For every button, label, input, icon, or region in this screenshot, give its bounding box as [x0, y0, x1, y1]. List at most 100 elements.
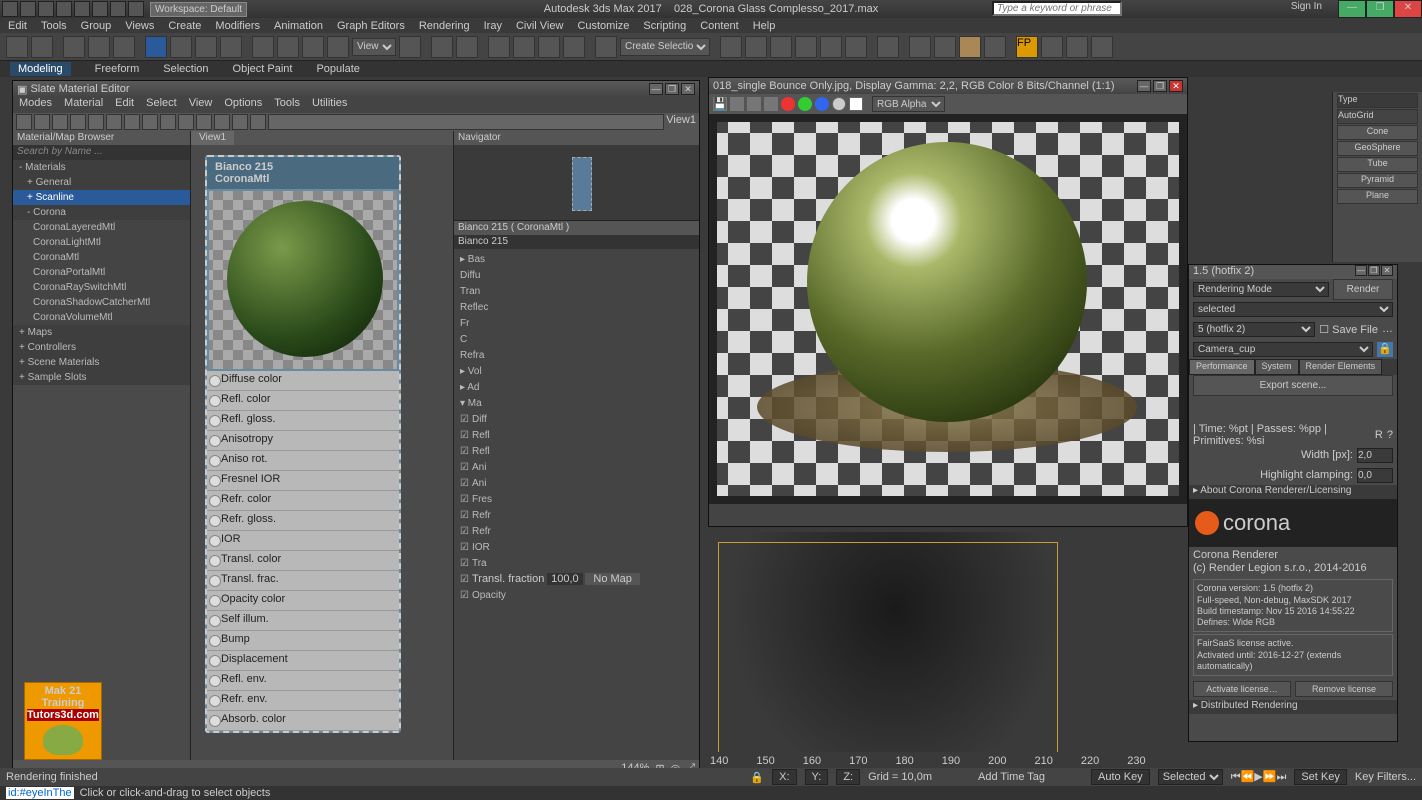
- curve-editor-button[interactable]: [820, 36, 842, 58]
- slot[interactable]: Refr. color: [207, 491, 399, 511]
- tree-item[interactable]: CoronaShadowCatcherMtl: [13, 295, 190, 310]
- sme-menu-modes[interactable]: Modes: [19, 97, 52, 113]
- material-editor-button[interactable]: [877, 36, 899, 58]
- redo-button[interactable]: [31, 36, 53, 58]
- minimize-button[interactable]: —: [1338, 0, 1366, 18]
- sme-min-button[interactable]: —: [649, 83, 663, 95]
- sme-titlebar[interactable]: ▣ Slate Material Editor —❐✕: [13, 81, 699, 97]
- select-button[interactable]: [145, 36, 167, 58]
- named-sel-edit-button[interactable]: [595, 36, 617, 58]
- mode-populate[interactable]: Populate: [316, 63, 359, 75]
- slot[interactable]: Displacement: [207, 651, 399, 671]
- sme-tool-11[interactable]: [214, 114, 230, 130]
- tree-corona[interactable]: - Corona: [13, 205, 190, 220]
- shape-button[interactable]: Cone: [1337, 125, 1418, 140]
- play-controls-icon[interactable]: ⏮⏪▶⏩⏭: [1231, 770, 1287, 784]
- sme-tool-10[interactable]: [196, 114, 212, 130]
- link-button[interactable]: [63, 36, 85, 58]
- slot[interactable]: Anisotropy: [207, 431, 399, 451]
- shape-button[interactable]: Plane: [1337, 189, 1418, 204]
- width-input[interactable]: [1357, 448, 1393, 463]
- param-check[interactable]: Refr: [456, 523, 697, 539]
- tree-general[interactable]: + General: [13, 175, 190, 190]
- mode-object-paint[interactable]: Object Paint: [233, 63, 293, 75]
- sme-menu-select[interactable]: Select: [146, 97, 177, 113]
- sme-tool-pick[interactable]: [16, 114, 32, 130]
- mmb-search-input[interactable]: Search by Name ...: [13, 145, 190, 160]
- slot[interactable]: Refl. color: [207, 391, 399, 411]
- mode-modeling[interactable]: Modeling: [10, 62, 71, 76]
- param-check[interactable]: Fres: [456, 491, 697, 507]
- sme-tool-2[interactable]: [52, 114, 68, 130]
- render-setup-button[interactable]: [909, 36, 931, 58]
- fb-image-area[interactable]: [709, 114, 1187, 504]
- tree-item[interactable]: CoronaLayeredMtl: [13, 220, 190, 235]
- help-search-input[interactable]: [992, 1, 1122, 16]
- fb-max-button[interactable]: ❐: [1153, 80, 1167, 92]
- sme-tool-9[interactable]: [178, 114, 194, 130]
- lock-icon[interactable]: 🔒: [1377, 342, 1393, 357]
- node-graph[interactable]: Bianco 215 CoronaMtl Diffuse color Refl.…: [191, 145, 453, 760]
- menu-views[interactable]: Views: [125, 20, 154, 32]
- slot[interactable]: Refr. env.: [207, 691, 399, 711]
- tree-item[interactable]: CoronaRaySwitchMtl: [13, 280, 190, 295]
- sme-tool-13[interactable]: [250, 114, 266, 130]
- material-node[interactable]: Bianco 215 CoronaMtl Diffuse color Refl.…: [205, 155, 401, 733]
- corona-min-button[interactable]: —: [1355, 265, 1367, 276]
- tab-system[interactable]: System: [1255, 359, 1299, 375]
- param-check[interactable]: Ani: [456, 459, 697, 475]
- slot[interactable]: Refr. gloss.: [207, 511, 399, 531]
- camera-dropdown[interactable]: Camera_cup: [1193, 342, 1373, 357]
- forest-button[interactable]: [1041, 36, 1063, 58]
- render-button[interactable]: Render: [1333, 279, 1393, 300]
- sme-menu-options[interactable]: Options: [224, 97, 262, 113]
- keysnap-button[interactable]: [456, 36, 478, 58]
- tree-sample-slots[interactable]: + Sample Slots: [13, 370, 190, 385]
- param-check[interactable]: Diff: [456, 411, 697, 427]
- menu-tools[interactable]: Tools: [41, 20, 67, 32]
- signin-link[interactable]: Sign In: [1291, 1, 1322, 12]
- select-rect-button[interactable]: [195, 36, 217, 58]
- rendering-mode-dropdown[interactable]: Rendering Mode: [1193, 282, 1329, 297]
- export-scene-button[interactable]: Export scene...: [1193, 375, 1393, 396]
- rendered-frame-button[interactable]: [934, 36, 956, 58]
- help-icon[interactable]: ?: [1387, 429, 1393, 441]
- param-check[interactable]: Ani: [456, 475, 697, 491]
- sme-menu-material[interactable]: Material: [64, 97, 103, 113]
- blue-channel-button[interactable]: [815, 97, 829, 111]
- save-icon[interactable]: 💾: [713, 97, 727, 111]
- param-name-field[interactable]: Bianco 215: [454, 235, 699, 249]
- menu-help[interactable]: Help: [753, 20, 776, 32]
- transl-frac-row[interactable]: Transl. fraction 100,0 No Map: [456, 571, 697, 587]
- angle-snap-button[interactable]: [513, 36, 535, 58]
- fp-button[interactable]: FP: [1016, 36, 1038, 58]
- color-icon[interactable]: [764, 97, 778, 111]
- clone-icon[interactable]: [747, 97, 761, 111]
- param-check[interactable]: Refr: [456, 507, 697, 523]
- schematic-button[interactable]: [845, 36, 867, 58]
- fb-titlebar[interactable]: 018_single Bounce Only.jpg, Display Gamm…: [709, 78, 1187, 94]
- key-mode-dropdown[interactable]: Selected: [1158, 769, 1223, 785]
- move-button[interactable]: [252, 36, 274, 58]
- quick-access-toolbar[interactable]: [0, 1, 146, 17]
- layers-button[interactable]: [770, 36, 792, 58]
- param-check[interactable]: Refl: [456, 427, 697, 443]
- maximize-button[interactable]: ❐: [1366, 0, 1394, 18]
- slot[interactable]: Bump: [207, 631, 399, 651]
- tree-item[interactable]: CoronaLightMtl: [13, 235, 190, 250]
- add-time-tag[interactable]: Add Time Tag: [978, 771, 1045, 783]
- menu-graph-editors[interactable]: Graph Editors: [337, 20, 405, 32]
- param-row[interactable]: ▸ Bas: [456, 251, 697, 267]
- unlink-button[interactable]: [88, 36, 110, 58]
- tree-item[interactable]: CoronaVolumeMtl: [13, 310, 190, 325]
- shape-button[interactable]: Tube: [1337, 157, 1418, 172]
- sme-menu-view[interactable]: View: [189, 97, 213, 113]
- shape-button[interactable]: Pyramid: [1337, 173, 1418, 188]
- sme-tool-4[interactable]: [88, 114, 104, 130]
- snap-button[interactable]: [488, 36, 510, 58]
- x-field[interactable]: X:: [772, 769, 796, 785]
- save-file-check[interactable]: ☐ Save File: [1319, 323, 1378, 336]
- placement-button[interactable]: [327, 36, 349, 58]
- param-check[interactable]: Refl: [456, 443, 697, 459]
- extra1-button[interactable]: [1066, 36, 1088, 58]
